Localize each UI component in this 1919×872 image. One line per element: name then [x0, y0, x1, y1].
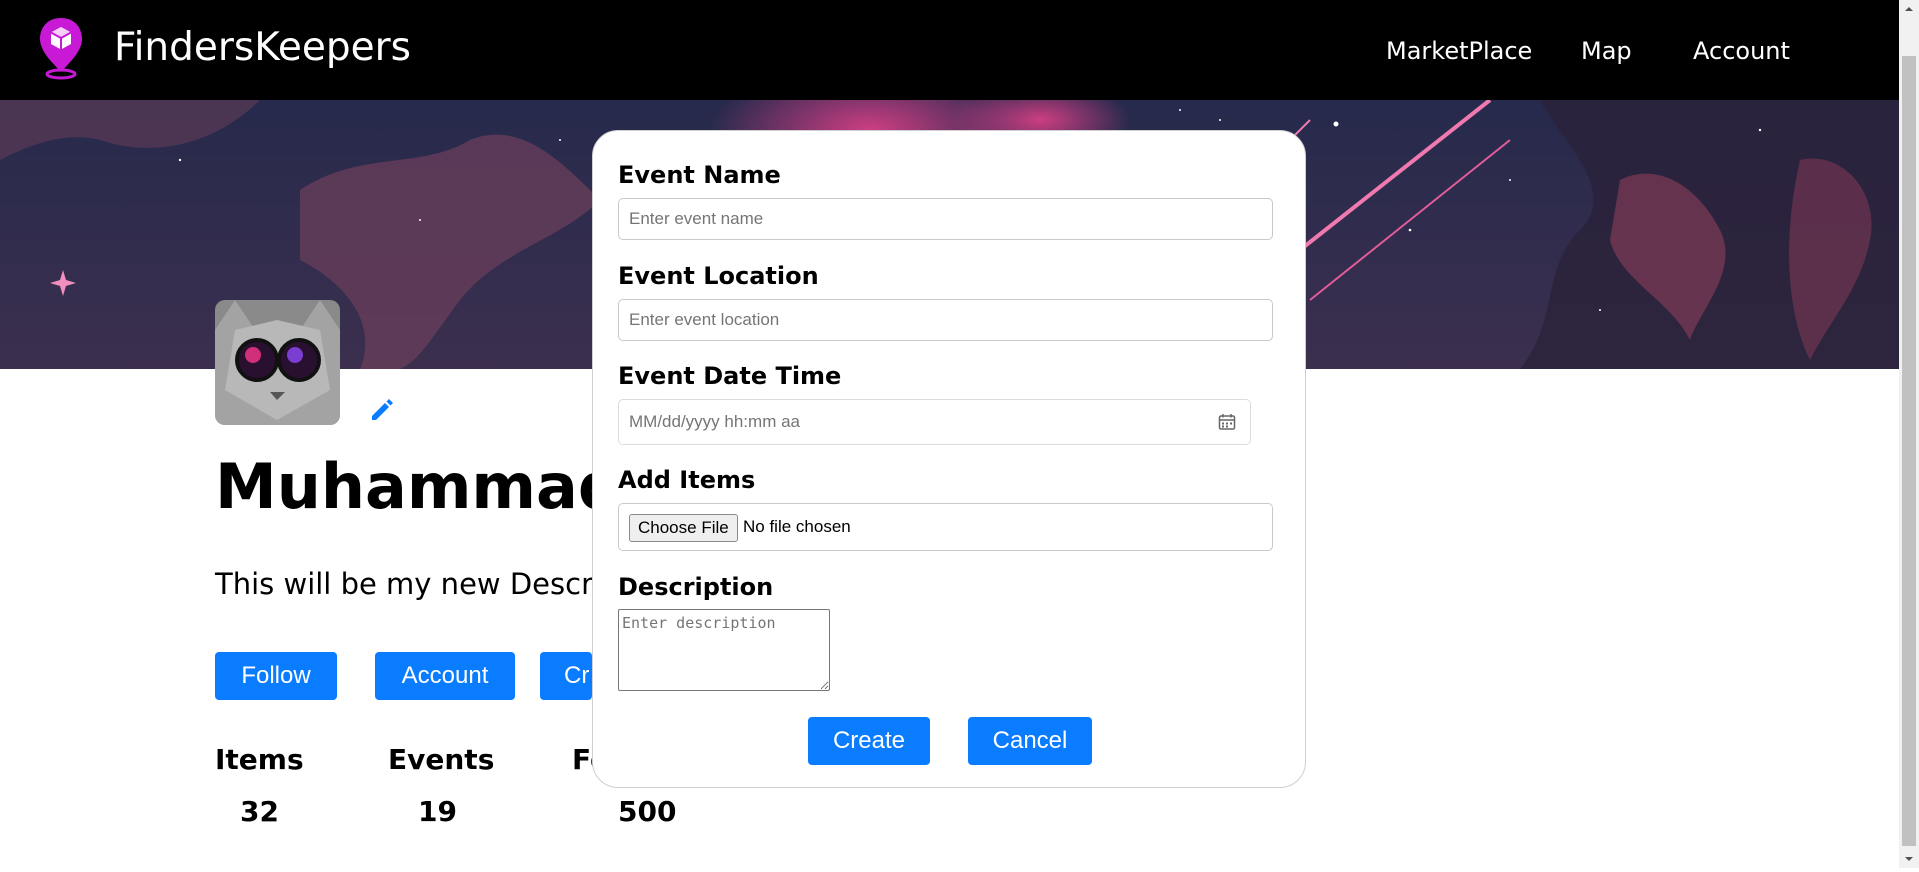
- navbar: FindersKeepers MarketPlace Map Account: [0, 0, 1899, 100]
- scrollbar-thumb[interactable]: [1902, 56, 1916, 846]
- file-status-text: No file chosen: [743, 517, 851, 536]
- event-datetime-input[interactable]: MM/dd/yyyy hh:mm aa: [618, 399, 1251, 445]
- pencil-icon[interactable]: [368, 396, 396, 424]
- arrow-up-icon[interactable]: [1899, 0, 1919, 18]
- choose-file-button[interactable]: Choose File: [629, 514, 738, 542]
- cancel-button[interactable]: Cancel: [968, 717, 1092, 765]
- create-event-button[interactable]: Cr: [540, 652, 592, 700]
- add-items-label: Add Items: [618, 466, 756, 494]
- event-name-input[interactable]: [618, 198, 1273, 240]
- follow-button[interactable]: Follow: [215, 652, 337, 700]
- stat-label-events: Events: [388, 743, 495, 776]
- arrow-down-icon[interactable]: [1899, 850, 1919, 868]
- avatar[interactable]: [215, 300, 340, 425]
- event-name-label: Event Name: [618, 161, 781, 189]
- description-label: Description: [618, 573, 774, 601]
- create-event-modal: Event Name Event Location Event Date Tim…: [592, 130, 1306, 788]
- event-location-input[interactable]: [618, 299, 1273, 341]
- event-datetime-label: Event Date Time: [618, 362, 842, 390]
- calendar-icon[interactable]: [1218, 413, 1236, 431]
- brand-title[interactable]: FindersKeepers: [114, 22, 411, 74]
- location-cube-logo-icon[interactable]: [36, 14, 86, 80]
- stat-label-items: Items: [215, 743, 304, 776]
- page-scrollbar[interactable]: [1899, 0, 1919, 868]
- create-button[interactable]: Create: [808, 717, 930, 765]
- event-location-label: Event Location: [618, 262, 819, 290]
- nav-link-map[interactable]: Map: [1581, 34, 1632, 68]
- description-textarea[interactable]: [618, 609, 830, 691]
- nav-link-marketplace[interactable]: MarketPlace: [1386, 34, 1532, 68]
- stat-value-items: 32: [240, 795, 279, 828]
- nav-link-account[interactable]: Account: [1693, 34, 1790, 68]
- stat-value-followers: 500: [618, 795, 677, 828]
- profile-description: This will be my new Descripti: [215, 567, 639, 601]
- event-datetime-placeholder: MM/dd/yyyy hh:mm aa: [629, 412, 800, 431]
- stat-value-events: 19: [418, 795, 457, 828]
- add-items-file-input[interactable]: Choose File No file chosen: [618, 503, 1273, 551]
- account-button[interactable]: Account: [375, 652, 515, 700]
